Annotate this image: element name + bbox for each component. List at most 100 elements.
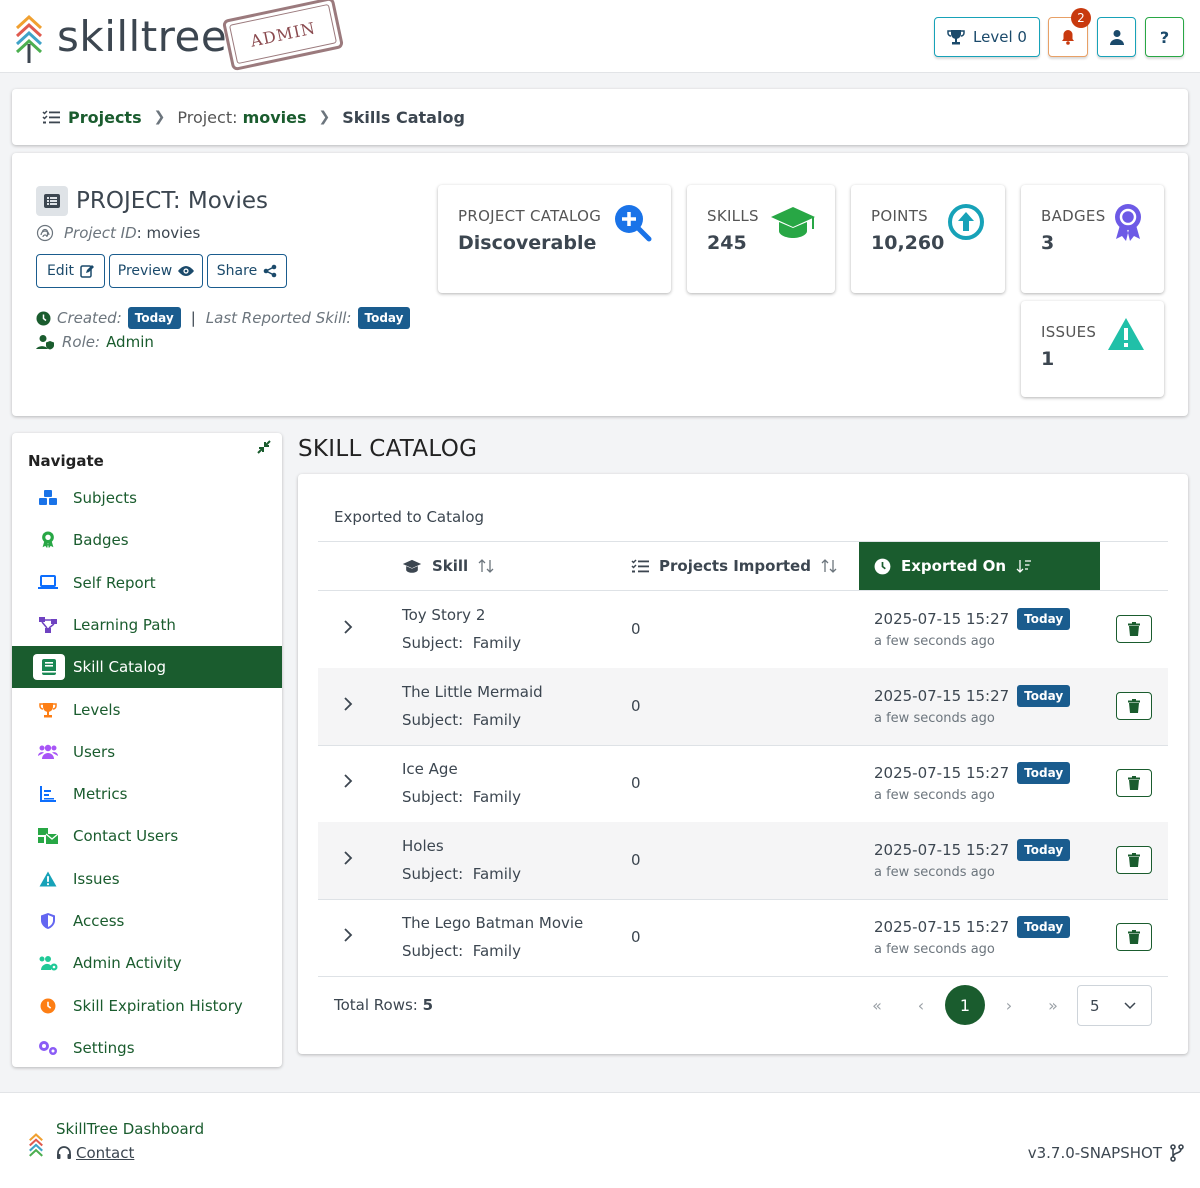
book-icon bbox=[33, 654, 65, 681]
skill-name[interactable]: Ice Age bbox=[402, 760, 458, 778]
code-branch-icon bbox=[1170, 1144, 1184, 1162]
graduation-cap-icon bbox=[402, 559, 422, 573]
sidebar-item-subjects[interactable]: Subjects bbox=[12, 477, 282, 519]
pagination-next[interactable]: › bbox=[989, 985, 1029, 1025]
breadcrumb: Projects ❯ Project: movies ❯ Skills Cata… bbox=[12, 89, 1188, 145]
help-button[interactable]: ? bbox=[1145, 17, 1184, 57]
chevron-right-icon[interactable] bbox=[342, 696, 354, 712]
sidebar-item-skill-catalog[interactable]: Skill Catalog bbox=[12, 646, 282, 689]
pagination-prev[interactable]: ‹ bbox=[901, 985, 941, 1025]
list-check-icon bbox=[631, 558, 649, 572]
skill-name[interactable]: The Lego Batman Movie bbox=[402, 914, 583, 932]
projects-imported-count: 0 bbox=[631, 697, 641, 715]
user-menu-button[interactable] bbox=[1097, 17, 1136, 57]
exported-date: 2025-07-15 15:27 Today bbox=[874, 685, 1071, 707]
share-project-button[interactable]: Share bbox=[207, 254, 287, 288]
sidebar-item-issues[interactable]: Issues bbox=[12, 858, 282, 900]
sidebar-item-label: Subjects bbox=[73, 489, 137, 507]
sidebar-item-badges[interactable]: Badges bbox=[12, 519, 282, 561]
logo-text[interactable]: skilltree bbox=[57, 12, 227, 61]
skill-name[interactable]: The Little Mermaid bbox=[402, 683, 543, 701]
delete-button[interactable] bbox=[1116, 769, 1152, 797]
project-role: Role: Admin bbox=[36, 333, 154, 351]
skill-subject: Subject: Family bbox=[402, 711, 521, 729]
trophy-icon bbox=[947, 30, 965, 45]
page-size-select[interactable]: 5 bbox=[1077, 985, 1152, 1026]
sidebar-item-levels[interactable]: Levels bbox=[12, 689, 282, 731]
trophy-icon bbox=[38, 700, 58, 720]
notification-count-badge: 2 bbox=[1071, 8, 1091, 28]
skilltree-logo-icon[interactable] bbox=[14, 14, 44, 64]
chevron-down-icon bbox=[1124, 1002, 1136, 1010]
skill-catalog-table-card: Exported to Catalog Skill Projects Impor… bbox=[298, 474, 1188, 1054]
breadcrumb-projects-link[interactable]: Projects bbox=[68, 108, 142, 127]
delete-button[interactable] bbox=[1116, 692, 1152, 720]
share-icon bbox=[263, 264, 277, 278]
created-label: Created: bbox=[57, 309, 122, 327]
sidebar-item-label: Skill Catalog bbox=[73, 658, 167, 677]
delete-button[interactable] bbox=[1116, 846, 1152, 874]
table-row: Ice Age Subject: Family 0 2025-07-15 15:… bbox=[318, 745, 1168, 822]
sidebar-item-label: Settings bbox=[73, 1038, 135, 1057]
sidebar-item-label: Access bbox=[73, 912, 125, 930]
sidebar-item-label: Levels bbox=[73, 700, 121, 719]
created-badge: Today bbox=[127, 307, 181, 329]
sidebar-item-admin-activity[interactable]: Admin Activity bbox=[12, 942, 282, 984]
chevron-right-icon[interactable] bbox=[342, 773, 354, 789]
column-header-projects-imported[interactable]: Projects Imported bbox=[631, 542, 837, 590]
sidebar-item-access[interactable]: Access bbox=[12, 900, 282, 942]
projects-imported-count: 0 bbox=[631, 851, 641, 869]
pagination-last[interactable]: » bbox=[1033, 985, 1073, 1025]
sidebar-item-label: Contact Users bbox=[73, 827, 179, 846]
edit-icon bbox=[80, 265, 95, 278]
users-icon bbox=[38, 742, 58, 762]
projects-imported-count: 0 bbox=[631, 928, 641, 946]
delete-button[interactable] bbox=[1116, 615, 1152, 643]
user-icon bbox=[1109, 30, 1124, 45]
skill-subject: Subject: Family bbox=[402, 865, 521, 883]
sidebar-nav: Navigate Subjects Badges Self Report Lea… bbox=[12, 433, 282, 1067]
users-cog-icon bbox=[38, 953, 58, 973]
column-header-exported-on[interactable]: Exported On bbox=[859, 542, 1100, 590]
sort-icon[interactable] bbox=[478, 558, 494, 574]
sidebar-item-self-report[interactable]: Self Report bbox=[12, 562, 282, 604]
sidebar-item-metrics[interactable]: Metrics bbox=[12, 773, 282, 815]
sidebar-item-skill-expiration-history[interactable]: Skill Expiration History bbox=[12, 985, 282, 1027]
sidebar-item-learning-path[interactable]: Learning Path bbox=[12, 604, 282, 646]
chevron-right-icon[interactable] bbox=[342, 619, 354, 635]
sort-descending-icon[interactable] bbox=[1016, 558, 1032, 574]
skill-name[interactable]: Holes bbox=[402, 837, 444, 855]
sort-icon[interactable] bbox=[821, 558, 837, 574]
column-header-skill[interactable]: Skill bbox=[402, 542, 494, 590]
table-row: Toy Story 2 Subject: Family 0 2025-07-15… bbox=[318, 591, 1168, 668]
chevron-right-icon[interactable] bbox=[342, 850, 354, 866]
sidebar-item-users[interactable]: Users bbox=[12, 731, 282, 773]
clock-icon bbox=[874, 558, 891, 574]
preview-project-button[interactable]: Preview bbox=[109, 254, 203, 288]
skill-subject: Subject: Family bbox=[402, 788, 521, 806]
sidebar-item-contact-users[interactable]: Contact Users bbox=[12, 815, 282, 857]
pagination-page-1[interactable]: 1 bbox=[945, 985, 985, 1025]
stat-points: POINTS 10,260 bbox=[851, 185, 1005, 293]
breadcrumb-project-link[interactable]: movies bbox=[243, 108, 307, 127]
footer-contact-link[interactable]: Contact bbox=[56, 1144, 134, 1162]
chevron-right-icon[interactable] bbox=[342, 927, 354, 943]
table-row: Holes Subject: Family 0 2025-07-15 15:27… bbox=[318, 822, 1168, 899]
exported-relative-time: a few seconds ago bbox=[874, 865, 995, 880]
mail-bulk-icon bbox=[38, 826, 58, 846]
level-button[interactable]: Level 0 bbox=[934, 17, 1040, 57]
skilltree-logo-icon bbox=[29, 1133, 43, 1157]
edit-project-button[interactable]: Edit bbox=[36, 254, 105, 288]
project-dates: Created: Today | Last Reported Skill: To… bbox=[36, 307, 411, 329]
skill-name[interactable]: Toy Story 2 bbox=[402, 606, 485, 624]
arrow-circle-up-icon bbox=[948, 204, 984, 240]
sidebar-item-settings[interactable]: Settings bbox=[12, 1027, 282, 1069]
trash-icon bbox=[1128, 776, 1140, 790]
stat-skills: SKILLS 245 bbox=[687, 185, 835, 293]
last-reported-label: Last Reported Skill: bbox=[205, 309, 352, 327]
compress-icon[interactable] bbox=[256, 439, 272, 455]
delete-button[interactable] bbox=[1116, 923, 1152, 951]
graduation-cap-icon bbox=[771, 207, 815, 238]
clock-icon bbox=[38, 996, 58, 1016]
pagination-first[interactable]: « bbox=[857, 985, 897, 1025]
